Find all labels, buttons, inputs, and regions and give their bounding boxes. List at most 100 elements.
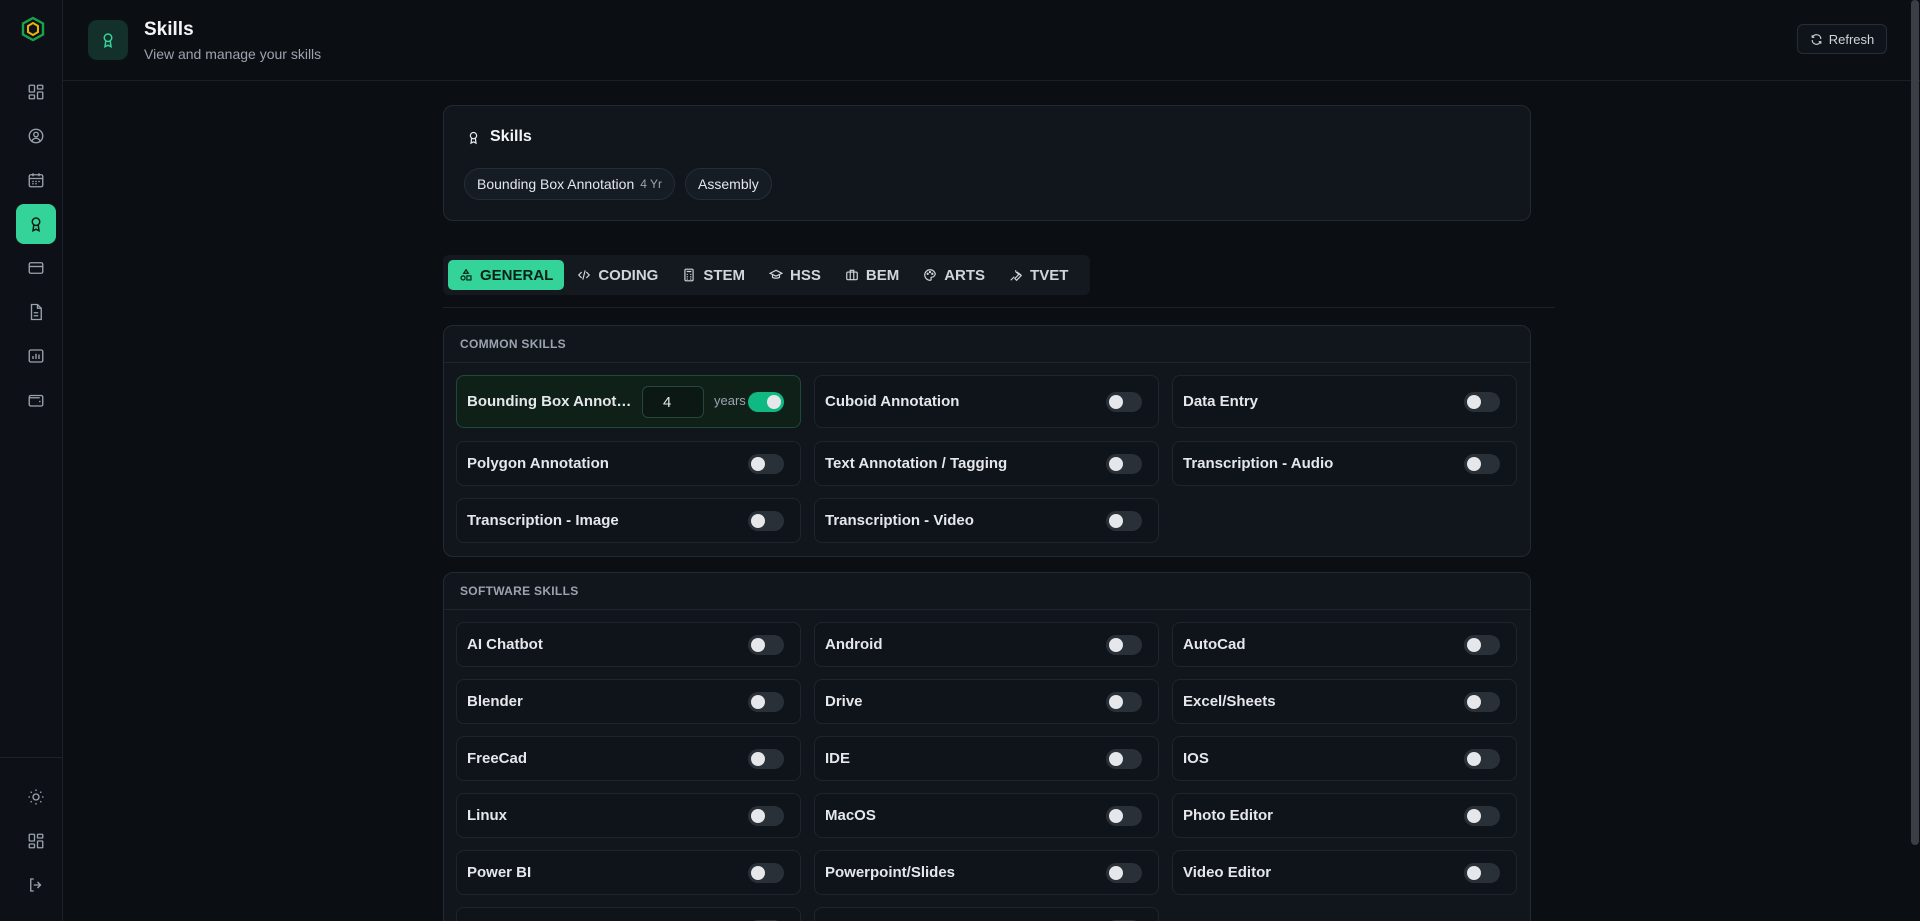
section-title: SOFTWARE SKILLS [444,573,1530,610]
refresh-icon [1811,33,1822,45]
skill-item[interactable]: Power BI [456,850,801,895]
skills-summary-card: Skills Bounding Box Annotation 4 Yr Asse… [443,105,1531,221]
common-skills-section: COMMON SKILLS Bounding Box Annotati... 4… [443,325,1531,557]
code-icon [578,270,591,280]
skill-item-label: Powerpoint/Slides [825,864,956,881]
skill-item-label: Transcription - Audio [1183,455,1334,472]
skill-item[interactable]: Drive [814,679,1159,724]
skill-toggle[interactable] [748,805,784,826]
skill-chip[interactable]: Assembly [685,168,772,200]
skill-item[interactable]: IOS [1172,736,1517,781]
skill-item[interactable]: Video Editor [1172,850,1517,895]
skill-item-bounding-box[interactable]: Bounding Box Annotati... 4 years [456,375,801,428]
skill-item[interactable]: FreeCad [456,736,801,781]
grid-icon[interactable] [16,821,56,861]
sun-icon[interactable] [16,777,56,817]
skill-item[interactable]: Powerpoint/Slides [814,850,1159,895]
software-skills-section: SOFTWARE SKILLS AI Chatbot Android AutoC… [443,572,1531,921]
skill-toggle[interactable] [748,691,784,712]
scrollbar[interactable] [1911,0,1919,845]
skill-item[interactable]: Photo Editor [1172,793,1517,838]
skill-toggle[interactable] [1464,634,1500,655]
skill-item[interactable]: AI Chatbot [456,622,801,667]
tab-hss[interactable]: HSS [758,260,832,290]
skill-item-transcription-audio[interactable]: Transcription - Audio [1172,441,1517,486]
calculator-icon [684,268,695,282]
skills-card-title: Skills [466,128,532,146]
skill-toggle[interactable] [1106,805,1142,826]
skill-toggle[interactable] [1106,691,1142,712]
skill-toggle[interactable] [1464,805,1500,826]
skill-toggle[interactable] [748,453,784,474]
skill-chip-label: Bounding Box Annotation [477,176,635,192]
years-input[interactable]: 4 [642,386,704,418]
wrench-icon [1010,269,1023,282]
skill-toggle[interactable] [1106,510,1142,531]
skill-item-label: Bounding Box Annotati... [467,393,637,410]
skill-item-label: Video Editor [1183,864,1272,881]
skill-toggle[interactable] [748,634,784,655]
skill-toggle[interactable] [1464,862,1500,883]
skill-chip[interactable]: Bounding Box Annotation 4 Yr [464,168,676,200]
dashboard-icon[interactable] [16,72,56,112]
document-icon[interactable] [16,292,56,332]
skill-item[interactable]: Excel/Sheets [1172,679,1517,724]
skill-toggle[interactable] [1464,691,1500,712]
skill-item[interactable]: Android [814,622,1159,667]
skill-item[interactable]: AutoCad [1172,622,1517,667]
skill-chip-label: Assembly [698,176,759,192]
skill-toggle[interactable] [1106,862,1142,883]
shapes-icon [460,268,472,281]
graduation-cap-icon [769,269,784,279]
skill-toggle[interactable] [748,748,784,769]
refresh-button[interactable]: Refresh [1797,24,1887,54]
skill-toggle[interactable] [748,510,784,531]
skill-chips: Bounding Box Annotation 4 Yr Assembly [464,168,772,200]
skill-item-label: Power BI [467,864,532,881]
skill-item-data-entry[interactable]: Data Entry [1172,375,1517,428]
tab-bem[interactable]: BEM [834,260,910,290]
skill-item[interactable]: MacOS [814,793,1159,838]
skill-item-label: Blender [467,693,523,710]
folder-chart-icon[interactable] [16,336,56,376]
skill-toggle[interactable] [1464,453,1500,474]
tab-coding[interactable]: CODING [566,260,669,290]
tab-label: HSS [790,266,821,284]
credit-card-icon[interactable] [16,248,56,288]
tab-arts[interactable]: ARTS [912,260,996,290]
skill-item-polygon[interactable]: Polygon Annotation [456,441,801,486]
skill-item-text-annotation[interactable]: Text Annotation / Tagging [814,441,1159,486]
skill-item-label: AutoCad [1183,636,1246,653]
tab-tvet[interactable]: TVET [998,260,1079,290]
tab-general[interactable]: GENERAL [448,260,565,290]
logout-icon[interactable] [16,865,56,905]
skill-item-label: Android [825,636,883,653]
skill-toggle[interactable] [1106,634,1142,655]
skill-item-cuboid[interactable]: Cuboid Annotation [814,375,1159,428]
palette-icon [924,269,937,281]
skill-item-transcription-video[interactable]: Transcription - Video [814,498,1159,543]
skill-item-partial[interactable] [814,907,1159,921]
skill-item[interactable]: IDE [814,736,1159,781]
skill-item[interactable]: Blender [456,679,801,724]
skill-toggle[interactable] [1106,748,1142,769]
skill-item-partial[interactable] [456,907,801,921]
skill-item-label: Polygon Annotation [467,455,609,472]
skill-toggle[interactable] [748,862,784,883]
wallet-icon[interactable] [16,380,56,420]
refresh-label: Refresh [1828,31,1875,47]
skill-item[interactable]: Linux [456,793,801,838]
calendar-icon[interactable] [16,160,56,200]
skill-toggle[interactable] [748,391,784,412]
skill-toggle[interactable] [1106,453,1142,474]
award-icon[interactable] [16,204,56,244]
tab-stem[interactable]: STEM [671,260,756,290]
skill-toggle[interactable] [1106,391,1142,412]
skill-toggle[interactable] [1464,391,1500,412]
user-circle-icon[interactable] [16,116,56,156]
skill-item-transcription-image[interactable]: Transcription - Image [456,498,801,543]
logo-icon[interactable] [20,16,46,42]
skill-item-label: MacOS [825,807,876,824]
skill-toggle[interactable] [1464,748,1500,769]
skill-item-label: Transcription - Image [467,512,619,529]
